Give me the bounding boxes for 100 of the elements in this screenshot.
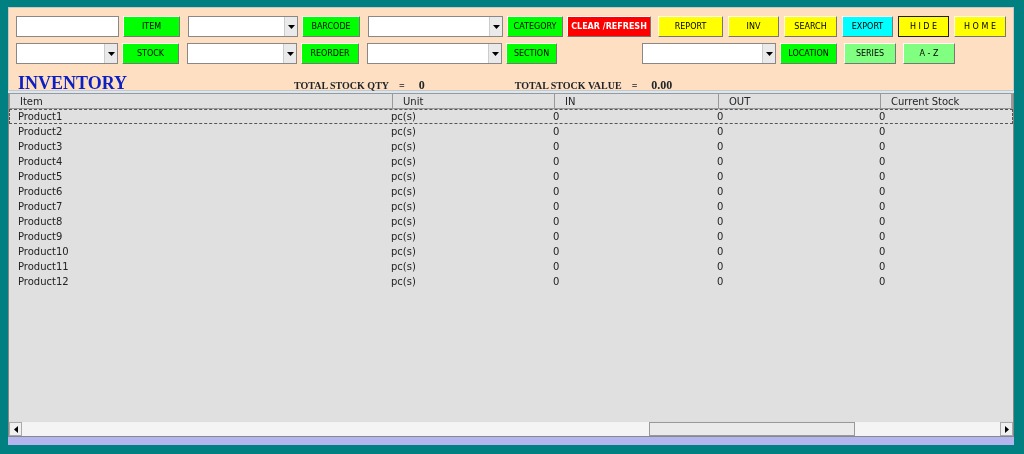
- dropdown-field[interactable]: [368, 16, 503, 37]
- table-cell-text: 0: [553, 260, 561, 274]
- table-cell-text: 0: [717, 215, 725, 229]
- toolbar-button[interactable]: H O M E: [954, 16, 1006, 37]
- toolbar-button[interactable]: SECTION: [506, 43, 557, 64]
- column-header[interactable]: IN: [555, 94, 719, 109]
- table-cell-text: 0: [553, 125, 561, 139]
- table-cell-text: 0: [553, 215, 561, 229]
- table-cell-text: 0: [717, 155, 725, 169]
- table-cell-text: pc(s): [391, 260, 417, 274]
- table-cell-text: Product2: [17, 125, 64, 139]
- equals-sign: =: [631, 79, 638, 93]
- table-cell-text: 0: [717, 110, 725, 124]
- toolbar-button[interactable]: ITEM: [123, 16, 180, 37]
- table-cell-text: pc(s): [391, 125, 417, 139]
- table-row[interactable]: Product11 pc(s) 0 0 0: [9, 259, 1013, 274]
- table-cell-text: 0: [717, 140, 725, 154]
- scroll-right-icon[interactable]: [1000, 422, 1013, 436]
- horizontal-scrollbar[interactable]: [9, 421, 1013, 436]
- text-field[interactable]: [16, 16, 119, 37]
- table-cell-text: Product7: [17, 200, 64, 214]
- table-cell-text: 0: [553, 140, 561, 154]
- toolbar-button[interactable]: SERIES: [844, 43, 896, 64]
- table-cell-text: 0: [553, 200, 561, 214]
- toolbar-button[interactable]: REORDER: [301, 43, 359, 64]
- table-cell-text: 0: [879, 245, 887, 259]
- table-cell-text: 0: [717, 260, 725, 274]
- table-cell-text: Product1: [17, 110, 64, 124]
- table-cell-text: 0: [879, 230, 887, 244]
- toolbar-button[interactable]: SEARCH: [784, 16, 837, 37]
- table-cell-text: 0: [879, 140, 887, 154]
- table-cell-text: 0: [717, 185, 725, 199]
- toolbar-button[interactable]: LOCATION: [780, 43, 837, 64]
- table-cell-text: Product8: [17, 215, 64, 229]
- toolbar-button[interactable]: CLEAR /REFRESH: [567, 16, 651, 37]
- dropdown-field[interactable]: [188, 16, 298, 37]
- toolbar-button[interactable]: BARCODE: [302, 16, 360, 37]
- table-cell-text: pc(s): [391, 215, 417, 229]
- toolbar-button[interactable]: REPORT: [658, 16, 723, 37]
- toolbar-button[interactable]: EXPORT: [842, 16, 893, 37]
- table-cell-text: 0: [553, 185, 561, 199]
- total-value: 0: [418, 77, 425, 94]
- total-value: 0.00: [651, 77, 673, 94]
- table-cell-text: pc(s): [391, 200, 417, 214]
- table-cell-text: pc(s): [391, 170, 417, 184]
- table-row[interactable]: Product6 pc(s) 0 0 0: [9, 184, 1013, 199]
- table-cell-text: Product12: [17, 275, 70, 289]
- table-cell-text: 0: [717, 200, 725, 214]
- table-cell-text: Product4: [17, 155, 64, 169]
- table-cell-text: pc(s): [391, 185, 417, 199]
- dropdown-field[interactable]: [16, 43, 118, 64]
- dropdown-field[interactable]: [187, 43, 297, 64]
- table-cell-text: Product9: [17, 230, 64, 244]
- scroll-left-icon[interactable]: [9, 422, 22, 436]
- table-cell-text: 0: [553, 110, 561, 124]
- toolbar-button[interactable]: INV: [728, 16, 779, 37]
- equals-sign: =: [399, 79, 405, 93]
- column-header[interactable]: Unit: [393, 94, 555, 109]
- table-cell-text: 0: [553, 230, 561, 244]
- table-cell-text: 0: [553, 245, 561, 259]
- table-row[interactable]: Product8 pc(s) 0 0 0: [9, 214, 1013, 229]
- table-cell-text: pc(s): [391, 230, 417, 244]
- column-header[interactable]: Item: [10, 94, 393, 109]
- column-header[interactable]: Current Stock: [881, 94, 1012, 109]
- dropdown-field[interactable]: [367, 43, 502, 64]
- toolbar-button[interactable]: STOCK: [122, 43, 179, 64]
- table-row[interactable]: Product5 pc(s) 0 0 0: [9, 169, 1013, 184]
- table-cell-text: 0: [879, 275, 887, 289]
- table-cell-text: 0: [879, 110, 887, 124]
- table-row[interactable]: Product3 pc(s) 0 0 0: [9, 139, 1013, 154]
- table-row[interactable]: Product9 pc(s) 0 0 0: [9, 229, 1013, 244]
- table-row[interactable]: Product7 pc(s) 0 0 0: [9, 199, 1013, 214]
- table-row[interactable]: Product4 pc(s) 0 0 0: [9, 154, 1013, 169]
- dropdown-field[interactable]: [642, 43, 776, 64]
- table-row[interactable]: Product12 pc(s) 0 0 0: [9, 274, 1013, 289]
- table-cell-text: pc(s): [391, 245, 417, 259]
- table-row[interactable]: Product1 pc(s) 0 0 0: [9, 109, 1013, 124]
- table-cell-text: 0: [717, 275, 725, 289]
- table-cell-text: 0: [879, 155, 887, 169]
- table-cell-text: 0: [879, 215, 887, 229]
- table-cell-text: 0: [879, 200, 887, 214]
- table-cell-text: Product11: [17, 260, 70, 274]
- table-row[interactable]: Product2 pc(s) 0 0 0: [9, 124, 1013, 139]
- toolbar-button[interactable]: CATEGORY: [507, 16, 563, 37]
- table-cell-text: 0: [717, 245, 725, 259]
- table-cell-text: 0: [717, 170, 725, 184]
- table-cell-text: 0: [879, 170, 887, 184]
- column-header[interactable]: OUT: [719, 94, 881, 109]
- table-cell-text: 0: [553, 155, 561, 169]
- table-cell-text: 0: [717, 230, 725, 244]
- scrollbar-thumb[interactable]: [649, 422, 855, 436]
- toolbar-button[interactable]: H I D E: [898, 16, 949, 37]
- table-row[interactable]: Product10 pc(s) 0 0 0: [9, 244, 1013, 259]
- table-cell-text: Product10: [17, 245, 70, 259]
- table-cell-text: pc(s): [391, 275, 417, 289]
- table-cell-text: pc(s): [391, 155, 417, 169]
- page-title: INVENTORY: [18, 72, 129, 95]
- table-cell-text: pc(s): [391, 110, 417, 124]
- toolbar-button[interactable]: A - Z: [903, 43, 955, 64]
- table-cell-text: 0: [879, 185, 887, 199]
